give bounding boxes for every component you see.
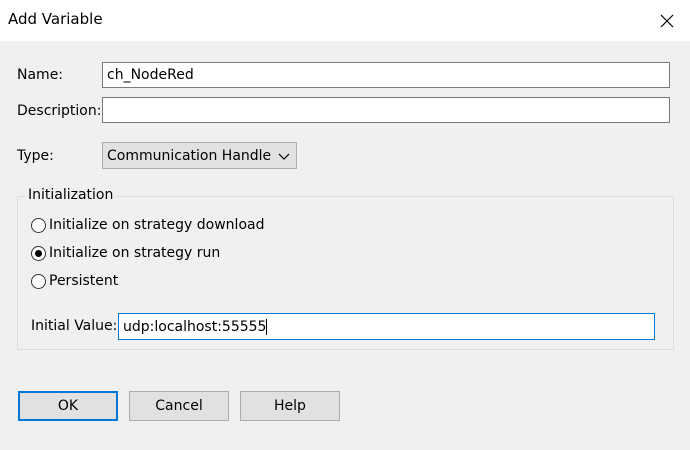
cancel-button[interactable]: Cancel bbox=[129, 391, 229, 421]
description-label: Description: bbox=[17, 103, 102, 119]
name-field[interactable] bbox=[102, 62, 670, 88]
close-button[interactable] bbox=[644, 0, 690, 41]
type-label: Type: bbox=[17, 148, 54, 164]
initial-value-label: Initial Value: bbox=[31, 318, 118, 334]
name-label: Name: bbox=[17, 67, 64, 83]
description-field[interactable] bbox=[102, 97, 670, 123]
initial-value-text: udp:localhost:55555 bbox=[123, 318, 267, 335]
radio-button[interactable] bbox=[31, 273, 46, 289]
radio-persistent[interactable]: Persistent bbox=[31, 271, 118, 291]
radio-label: Persistent bbox=[49, 273, 119, 289]
radio-label: Initialize on strategy download bbox=[49, 217, 265, 233]
type-selected-value: Communication Handle bbox=[107, 147, 272, 164]
ok-button[interactable]: OK bbox=[18, 391, 118, 421]
radio-label: Initialize on strategy run bbox=[49, 245, 221, 261]
initialization-legend: Initialization bbox=[25, 187, 117, 203]
window-title: Add Variable bbox=[8, 10, 103, 28]
radio-button[interactable] bbox=[31, 217, 46, 233]
type-dropdown[interactable]: Communication Handle bbox=[102, 142, 297, 169]
radio-initialize-on-download[interactable]: Initialize on strategy download bbox=[31, 215, 264, 235]
title-bar: Add Variable bbox=[0, 0, 690, 41]
initial-value-field[interactable]: udp:localhost:55555 bbox=[118, 313, 655, 340]
radio-button-selected[interactable] bbox=[31, 245, 46, 261]
chevron-down-icon bbox=[278, 153, 290, 160]
radio-initialize-on-run[interactable]: Initialize on strategy run bbox=[31, 243, 220, 263]
help-button[interactable]: Help bbox=[240, 391, 340, 421]
text-caret bbox=[266, 318, 268, 335]
close-icon bbox=[660, 14, 674, 27]
